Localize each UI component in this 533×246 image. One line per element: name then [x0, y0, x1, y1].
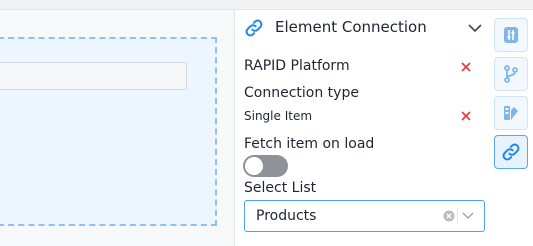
select-list-label: Select List	[244, 180, 317, 196]
select-list-dropdown[interactable]: Products	[244, 200, 485, 232]
sliders-icon	[504, 27, 518, 43]
fetch-on-load-label: Fetch item on load	[244, 136, 375, 152]
properties-panel: Element Connection RAPID Platform Connec…	[234, 10, 533, 246]
toolbar-branch-button[interactable]	[494, 57, 528, 91]
canvas-input-placeholder[interactable]	[0, 62, 187, 90]
top-bar	[0, 0, 533, 10]
clear-circle-icon[interactable]	[443, 210, 455, 222]
side-toolbar	[492, 10, 533, 246]
select-list-value: Products	[256, 208, 317, 224]
connection-type-label: Connection type	[244, 85, 359, 101]
toolbar-style-button[interactable]	[494, 96, 528, 130]
style-icon	[504, 106, 518, 120]
link-icon	[245, 19, 263, 37]
remove-platform-close-icon[interactable]	[460, 61, 472, 73]
chevron-down-icon[interactable]	[468, 23, 482, 33]
select-separator	[457, 208, 458, 224]
design-canvas[interactable]	[0, 10, 234, 246]
panel-title: Element Connection	[275, 18, 427, 36]
toggle-knob	[245, 157, 263, 175]
remove-connection-type-close-icon[interactable]	[460, 110, 472, 122]
platform-label: RAPID Platform	[244, 58, 350, 74]
connection-type-value: Single Item	[244, 109, 313, 123]
toolbar-connection-button[interactable]	[494, 135, 528, 169]
branch-icon	[504, 65, 518, 83]
toolbar-sliders-button[interactable]	[494, 18, 528, 52]
fetch-on-load-toggle[interactable]	[243, 155, 288, 177]
panel-header[interactable]: Element Connection	[235, 10, 485, 46]
link-icon	[502, 143, 520, 161]
chevron-down-icon[interactable]	[462, 212, 474, 220]
